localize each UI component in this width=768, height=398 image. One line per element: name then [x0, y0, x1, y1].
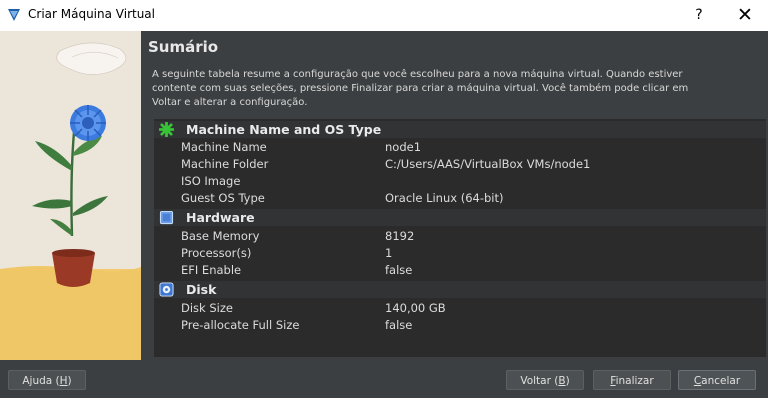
- row-key: Pre-allocate Full Size: [181, 318, 300, 332]
- table-row: Machine Name node1: [154, 139, 766, 155]
- close-window-button[interactable]: ✕: [732, 3, 758, 27]
- table-row: Pre-allocate Full Size false: [154, 317, 766, 333]
- cancel-button[interactable]: Cancelar: [678, 370, 756, 390]
- summary-table[interactable]: Machine Name and OS Type Machine Name no…: [154, 119, 766, 357]
- wizard-illustration: [0, 31, 141, 360]
- wizard-content: Sumário A seguinte tabela resume a confi…: [0, 31, 768, 360]
- row-value: Oracle Linux (64-bit): [385, 191, 504, 205]
- row-value: false: [385, 318, 413, 332]
- help-title-button[interactable]: ?: [688, 5, 710, 25]
- row-key: Processor(s): [181, 246, 252, 260]
- blue-chip-icon: [159, 210, 174, 225]
- table-row: ISO Image: [154, 173, 766, 189]
- row-value: 8192: [385, 229, 415, 243]
- row-key: ISO Image: [181, 174, 241, 188]
- section-header-disk: Disk: [154, 281, 766, 298]
- row-value: node1: [385, 140, 422, 154]
- row-key: Machine Name: [181, 140, 267, 154]
- title-bar: Criar Máquina Virtual ? ✕: [0, 0, 768, 31]
- table-row: Processor(s) 1: [154, 245, 766, 261]
- button-bar: Ajuda (H) Voltar (B) Finalizar Cancelar: [0, 360, 768, 398]
- row-value: 1: [385, 246, 393, 260]
- row-value: false: [385, 263, 413, 277]
- help-button[interactable]: Ajuda (H): [8, 370, 86, 390]
- section-title: Disk: [186, 282, 217, 297]
- row-key: EFI Enable: [181, 263, 242, 277]
- section-header-hardware: Hardware: [154, 209, 766, 226]
- table-row: Guest OS Type Oracle Linux (64-bit): [154, 190, 766, 206]
- section-title: Machine Name and OS Type: [186, 122, 382, 137]
- flower-pot-illustration: [0, 31, 141, 360]
- section-title: Hardware: [186, 210, 255, 225]
- virtualbox-logo-icon: [8, 9, 20, 21]
- row-value: C:/Users/AAS/VirtualBox VMs/node1: [385, 157, 591, 171]
- section-header-machine-name: Machine Name and OS Type: [154, 121, 766, 138]
- row-key: Machine Folder: [181, 157, 269, 171]
- table-row: Disk Size 140,00 GB: [154, 300, 766, 316]
- table-row: Machine Folder C:/Users/AAS/VirtualBox V…: [154, 156, 766, 172]
- row-key: Base Memory: [181, 229, 260, 243]
- green-star-icon: [159, 122, 174, 137]
- back-button[interactable]: Voltar (B): [506, 370, 584, 390]
- window-title: Criar Máquina Virtual: [28, 7, 155, 21]
- finish-button[interactable]: Finalizar: [593, 370, 671, 390]
- page-title: Sumário: [148, 38, 219, 56]
- row-key: Disk Size: [181, 301, 233, 315]
- table-row: Base Memory 8192: [154, 228, 766, 244]
- row-value: 140,00 GB: [385, 301, 446, 315]
- table-row: EFI Enable false: [154, 262, 766, 278]
- row-key: Guest OS Type: [181, 191, 265, 205]
- disk-icon: [159, 282, 174, 297]
- page-description: A seguinte tabela resume a configuração …: [152, 69, 689, 108]
